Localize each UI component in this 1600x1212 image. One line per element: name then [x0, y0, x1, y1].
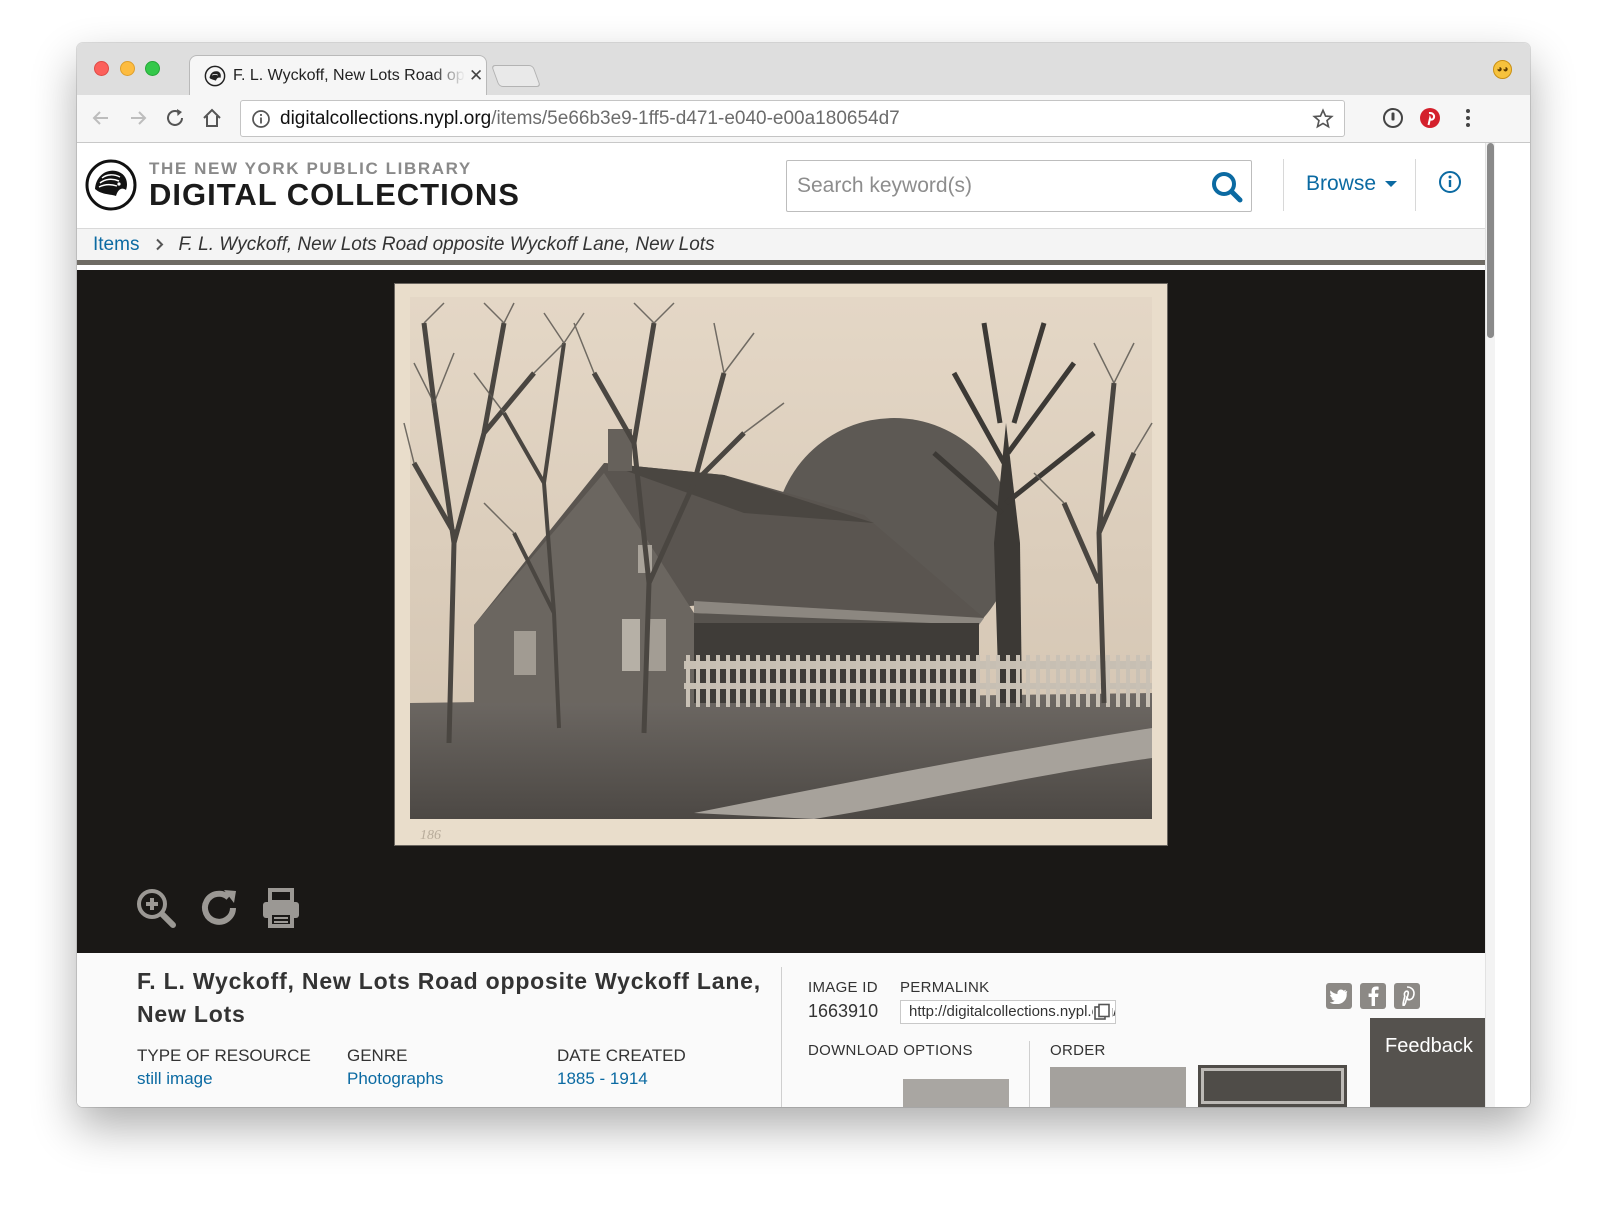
url-path: /items/5e66b3e9-1ff5-d471-e040-e00a18065… — [491, 107, 900, 129]
browser-menu-icon[interactable] — [1455, 105, 1481, 131]
maximize-window-button[interactable] — [145, 61, 160, 76]
meta-value-genre-link[interactable]: Photographs — [347, 1069, 443, 1089]
svg-text:186: 186 — [420, 828, 441, 843]
profile-avatar-icon[interactable]: ◕◕ — [1493, 60, 1512, 79]
window-right-margin — [1495, 143, 1530, 1107]
download-option-button[interactable] — [903, 1079, 1009, 1107]
details-divider — [781, 967, 782, 1107]
twitter-icon[interactable] — [1326, 983, 1352, 1009]
minimize-window-button[interactable] — [120, 61, 135, 76]
home-icon[interactable] — [199, 105, 225, 131]
feedback-button[interactable]: Feedback — [1370, 1018, 1485, 1107]
order-option-button[interactable] — [1050, 1067, 1186, 1107]
page-scrollbar[interactable] — [1485, 143, 1495, 1107]
new-tab-button[interactable] — [490, 65, 542, 87]
download-options-label: DOWNLOAD OPTIONS — [808, 1042, 973, 1059]
url-host: digitalcollections.nypl.org — [280, 107, 492, 129]
search-box — [786, 160, 1252, 212]
address-bar[interactable]: digitalcollections.nypl.org/items/5e66b3… — [240, 100, 1345, 137]
reload-icon[interactable] — [162, 105, 188, 131]
breadcrumb: Items F. L. Wyckoff, New Lots Road oppos… — [77, 228, 1485, 265]
facebook-icon[interactable] — [1360, 983, 1386, 1009]
chevron-down-icon — [1385, 181, 1398, 187]
meta-label-genre: GENRE — [347, 1046, 408, 1065]
image-viewer: 186 — [77, 270, 1485, 953]
forward-arrow-icon[interactable] — [125, 105, 151, 131]
info-icon[interactable] — [1438, 170, 1462, 194]
meta-label-date: DATE CREATED — [557, 1046, 686, 1065]
pinterest-share-icon[interactable] — [1394, 983, 1420, 1009]
site-info-icon[interactable] — [251, 109, 271, 129]
image-id-value: 1663910 — [808, 1001, 879, 1021]
bookmark-star-icon[interactable] — [1312, 108, 1334, 130]
permalink-field[interactable]: http://digitalcollections.nypl.org/items… — [900, 1000, 1116, 1024]
browser-tab-active[interactable]: F. L. Wyckoff, New Lots Road opposite Wy… — [189, 55, 487, 95]
permalink-label: PERMALINK — [900, 979, 990, 996]
tab-strip: F. L. Wyckoff, New Lots Road opposite Wy… — [77, 43, 1530, 95]
download-order-divider — [1029, 1041, 1030, 1107]
scrollbar-thumb[interactable] — [1487, 143, 1494, 338]
search-input[interactable] — [787, 161, 1187, 211]
tab-close-icon[interactable]: ✕ — [469, 66, 483, 85]
breadcrumb-items-link[interactable]: Items — [93, 234, 139, 256]
nypl-lion-logo-icon[interactable] — [85, 159, 137, 211]
pinterest-extension-icon[interactable] — [1417, 105, 1443, 131]
photo-farmhouse-image[interactable]: 186 — [394, 283, 1168, 846]
browser-toolbar: digitalcollections.nypl.org/items/5e66b3… — [77, 95, 1530, 143]
password-manager-icon[interactable] — [1380, 105, 1406, 131]
tab-title: F. L. Wyckoff, New Lots Road opposite Wy… — [233, 66, 465, 84]
header-divider — [1283, 159, 1284, 211]
order-label: ORDER — [1050, 1042, 1106, 1059]
breadcrumb-current: F. L. Wyckoff, New Lots Road opposite Wy… — [178, 233, 715, 255]
meta-label-type: TYPE OF RESOURCE — [137, 1046, 311, 1065]
close-window-button[interactable] — [94, 61, 109, 76]
back-arrow-icon[interactable] — [88, 105, 114, 131]
meta-value-type-link[interactable]: still image — [137, 1069, 213, 1089]
url-text[interactable]: digitalcollections.nypl.org/items/5e66b3… — [280, 108, 900, 130]
browse-menu-button[interactable]: Browse — [1306, 172, 1398, 196]
order-option-button[interactable] — [1198, 1065, 1347, 1107]
image-id-label: IMAGE ID — [808, 979, 878, 996]
site-header: THE NEW YORK PUBLIC LIBRARY DIGITAL COLL… — [77, 143, 1485, 228]
zoom-in-icon[interactable] — [135, 887, 177, 929]
rotate-icon[interactable] — [198, 887, 240, 929]
item-title: F. L. Wyckoff, New Lots Road opposite Wy… — [137, 968, 761, 1027]
nypl-lion-favicon-icon — [204, 65, 226, 86]
logo-site-name[interactable]: DIGITAL COLLECTIONS — [149, 177, 520, 213]
web-page: THE NEW YORK PUBLIC LIBRARY DIGITAL COLL… — [77, 143, 1485, 1107]
chevron-right-icon — [156, 238, 164, 251]
search-icon[interactable] — [1209, 169, 1245, 205]
browser-window: F. L. Wyckoff, New Lots Road opposite Wy… — [77, 43, 1530, 1107]
copy-icon[interactable] — [1093, 1003, 1112, 1022]
logo-library-name[interactable]: THE NEW YORK PUBLIC LIBRARY — [149, 159, 472, 179]
meta-value-date-link[interactable]: 1885 - 1914 — [557, 1069, 648, 1089]
print-icon[interactable] — [260, 887, 302, 929]
header-divider — [1415, 159, 1416, 211]
browse-label: Browse — [1306, 172, 1377, 195]
item-details: F. L. Wyckoff, New Lots Road opposite Wy… — [77, 953, 1485, 1107]
